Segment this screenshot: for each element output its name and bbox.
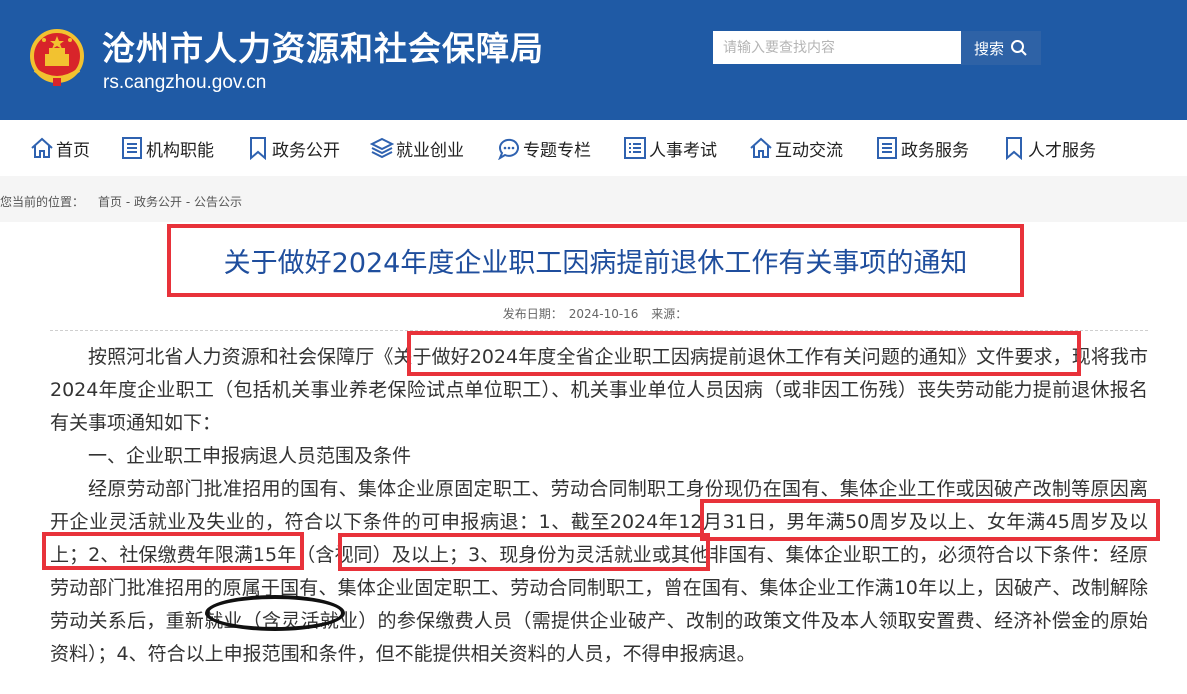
nav-item-label: 机构职能 (146, 140, 214, 161)
nav-item-interaction[interactable]: 互动交流 (749, 120, 843, 176)
checklist-icon (624, 137, 646, 159)
nav-item-label: 政务服务 (901, 140, 969, 161)
national-emblem-icon (30, 29, 84, 86)
nav-item-label: 就业创业 (396, 140, 464, 161)
article-body: 按照河北省人力资源和社会保障厅《关于做好2024年度全省企业职工因病提前退休工作… (50, 341, 1148, 671)
nav-item-label: 互动交流 (775, 140, 843, 161)
meta-divider (50, 330, 1148, 331)
list-icon (877, 137, 897, 159)
breadcrumb-separator: - (185, 195, 191, 209)
nav-item-home[interactable]: 首页 (30, 120, 90, 176)
nav-item-talent-services[interactable]: 人才服务 (1002, 120, 1096, 176)
bookmark-icon (250, 137, 266, 160)
search-input[interactable] (713, 31, 961, 64)
list-icon (122, 137, 142, 159)
article-paragraph: 一、企业职工申报病退人员范围及条件 (88, 445, 412, 467)
site-title: 沧州市人力资源和社会保障局 (102, 29, 544, 68)
home-icon (750, 137, 772, 158)
title-highlight-box: 关于做好2024年度企业职工因病提前退休工作有关事项的通知 (167, 224, 1024, 297)
site-header: 沧州市人力资源和社会保障局 rs.cangzhou.gov.cn 搜索 (0, 0, 1187, 120)
search-button-label: 搜索 (973, 39, 1004, 58)
article-paragraph: 经原劳动部门批准招用的国有、集体企业原固定职工、劳动合同制职工身份现仍在国有、集… (50, 478, 1148, 665)
nav-item-label: 人事考试 (649, 140, 717, 161)
breadcrumb: 您当前的位置： 首页 - 政务公开 - 公告公示 (0, 193, 242, 210)
nav-item-label: 政务公开 (272, 140, 340, 161)
chat-icon (498, 138, 519, 160)
publish-date: 2024-10-16 (568, 307, 639, 321)
publish-date-label: 发布日期： (502, 307, 563, 321)
article-title: 关于做好2024年度企业职工因病提前退休工作有关事项的通知 (223, 248, 968, 279)
main-nav: 首页 机构职能 政务公开 就业创业 专题专栏 人事考试 互动交流 政务服务 人才… (0, 120, 1187, 176)
nav-item-personnel-exam[interactable]: 人事考试 (623, 120, 717, 176)
nav-item-special-topics[interactable]: 专题专栏 (497, 120, 591, 176)
breadcrumb-announcements[interactable]: 公告公示 (194, 195, 242, 209)
site-domain: rs.cangzhou.gov.cn (103, 72, 267, 93)
breadcrumb-separator: - (125, 195, 131, 209)
bookmark-icon (1006, 137, 1022, 160)
home-icon (31, 137, 53, 158)
search-icon (1011, 40, 1027, 56)
nav-item-label: 专题专栏 (523, 140, 591, 161)
breadcrumb-home[interactable]: 首页 (98, 195, 122, 209)
breadcrumb-prefix: 您当前的位置： (0, 195, 85, 209)
nav-item-label: 人才服务 (1028, 140, 1096, 161)
nav-item-gov-affairs[interactable]: 政务公开 (246, 120, 340, 176)
nav-item-label: 首页 (56, 140, 90, 161)
nav-item-institution[interactable]: 机构职能 (120, 120, 214, 176)
source-label: 来源： (651, 307, 688, 321)
layers-icon (370, 137, 394, 159)
search-button[interactable]: 搜索 (961, 31, 1041, 65)
nav-item-gov-services[interactable]: 政务服务 (875, 120, 969, 176)
nav-item-employment[interactable]: 就业创业 (370, 120, 464, 176)
article-meta: 发布日期： 2024-10-16 来源： (0, 305, 1187, 322)
breadcrumb-gov-affairs[interactable]: 政务公开 (134, 195, 182, 209)
article-paragraph: 按照河北省人力资源和社会保障厅《关于做好2024年度全省企业职工因病提前退休工作… (50, 346, 1148, 434)
